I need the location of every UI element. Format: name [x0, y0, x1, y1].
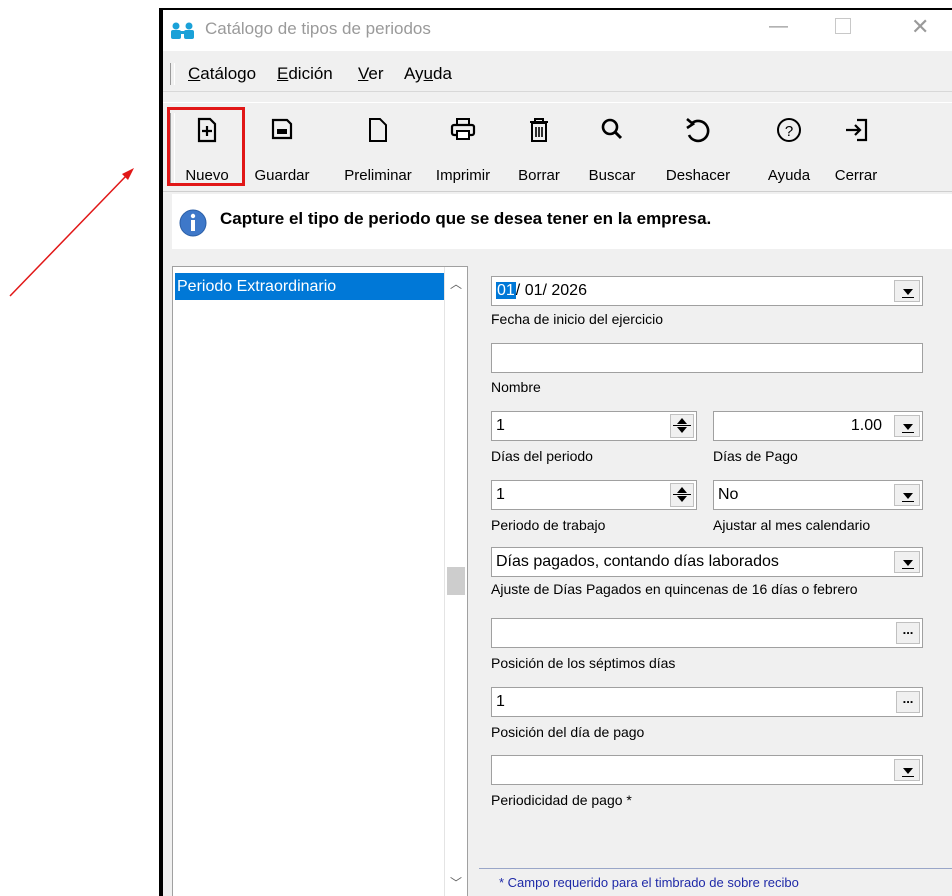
- list-scrollbar[interactable]: ︿ ﹀: [444, 267, 467, 896]
- periodicidad-label: Periodicidad de pago *: [491, 792, 632, 808]
- toolbar: Nuevo Guardar Preliminar Imprimir Borrar…: [163, 102, 952, 192]
- nombre-input[interactable]: [491, 343, 923, 373]
- dias-periodo-stepper[interactable]: 1: [491, 411, 697, 441]
- dias-pago-field[interactable]: 1.00: [713, 411, 923, 441]
- trash-icon: [530, 118, 548, 142]
- periodo-trabajo-spin-button[interactable]: [670, 483, 694, 507]
- menu-grip: [170, 63, 175, 85]
- menu-bar: Catálogo Edición Ver Ayuda: [163, 57, 952, 92]
- posicion-septimos-field[interactable]: ...: [491, 618, 923, 648]
- info-message: Capture el tipo de periodo que se desea …: [220, 209, 712, 228]
- required-field-note: * Campo requerido para el timbrado de so…: [499, 875, 799, 890]
- periodicidad-select[interactable]: [491, 755, 923, 785]
- fecha-inicio-label: Fecha de inicio del ejercicio: [491, 311, 663, 327]
- preview-document-icon: [369, 118, 387, 142]
- nombre-label: Nombre: [491, 379, 541, 395]
- ajustar-mes-select[interactable]: No: [713, 480, 923, 510]
- periodo-trabajo-stepper[interactable]: 1: [491, 480, 697, 510]
- dias-pago-label: Días de Pago: [713, 448, 798, 464]
- dias-periodo-label: Días del periodo: [491, 448, 593, 464]
- application-window: Catálogo de tipos de periodos — ✕ Catálo…: [159, 8, 952, 896]
- svg-text:?: ?: [785, 123, 793, 140]
- info-icon: [179, 209, 207, 237]
- save-icon: [271, 118, 293, 140]
- ajustar-mes-label: Ajustar al mes calendario: [713, 517, 871, 533]
- period-list[interactable]: Periodo Extraordinario ︿ ﹀: [172, 266, 468, 896]
- posicion-dia-pago-ellipsis-button[interactable]: ...: [896, 691, 920, 713]
- posicion-septimos-label: Posición de los séptimos días: [491, 655, 676, 671]
- exit-icon: [846, 118, 868, 142]
- help-icon: ?: [777, 118, 801, 142]
- scroll-thumb[interactable]: [447, 567, 465, 595]
- posicion-dia-pago-field[interactable]: 1 ...: [491, 687, 923, 717]
- preliminar-button[interactable]: Preliminar: [335, 111, 421, 184]
- list-item[interactable]: Periodo Extraordinario: [175, 273, 445, 300]
- periodo-trabajo-label: Periodo de trabajo: [491, 517, 606, 533]
- annotation-arrow: [9, 168, 134, 297]
- ajustar-mes-dropdown-button[interactable]: [894, 484, 920, 506]
- people-app-icon: [171, 22, 194, 39]
- menu-ver[interactable]: Ver: [358, 64, 384, 84]
- form-panel: 01/ 01/ 2026 Fecha de inicio del ejercic…: [479, 266, 952, 896]
- borrar-button[interactable]: Borrar: [507, 111, 571, 184]
- menu-ayuda[interactable]: Ayuda: [404, 64, 452, 84]
- ajuste-dias-select[interactable]: Días pagados, contando días laborados: [491, 547, 923, 577]
- undo-icon: [686, 118, 710, 143]
- periodicidad-dropdown-button[interactable]: [894, 759, 920, 781]
- buscar-button[interactable]: Buscar: [579, 111, 645, 184]
- menu-edicion[interactable]: Edición: [277, 64, 333, 84]
- fecha-dropdown-button[interactable]: [894, 280, 920, 302]
- imprimir-button[interactable]: Imprimir: [427, 111, 499, 184]
- nuevo-highlight-box: [167, 107, 245, 186]
- posicion-dia-pago-label: Posición del día de pago: [491, 724, 645, 740]
- window-title: Catálogo de tipos de periodos: [205, 19, 431, 38]
- ajuste-dias-dropdown-button[interactable]: [894, 551, 920, 573]
- title-bar: Catálogo de tipos de periodos — ✕: [163, 10, 952, 51]
- maximize-button[interactable]: [835, 18, 851, 34]
- posicion-septimos-ellipsis-button[interactable]: ...: [896, 622, 920, 644]
- menu-catalogo[interactable]: Catálogo: [188, 64, 256, 84]
- printer-icon: [450, 118, 476, 140]
- close-button[interactable]: ✕: [911, 14, 929, 40]
- info-bar: Capture el tipo de periodo que se desea …: [172, 194, 952, 249]
- dias-periodo-spin-button[interactable]: [670, 414, 694, 438]
- dias-pago-dropdown-button[interactable]: [894, 415, 920, 437]
- minimize-button[interactable]: —: [769, 16, 788, 38]
- fecha-inicio-field[interactable]: 01/ 01/ 2026: [491, 276, 923, 306]
- search-icon: [601, 118, 623, 140]
- scroll-down-icon[interactable]: ﹀: [450, 874, 462, 891]
- footer-note-bar: * Campo requerido para el timbrado de so…: [479, 868, 952, 896]
- scroll-up-icon[interactable]: ︿: [450, 275, 462, 292]
- ayuda-button[interactable]: ? Ayuda: [757, 111, 821, 184]
- guardar-button[interactable]: Guardar: [245, 111, 319, 184]
- ajuste-dias-label: Ajuste de Días Pagados en quincenas de 1…: [491, 581, 858, 597]
- cerrar-button[interactable]: Cerrar: [825, 111, 887, 184]
- deshacer-button[interactable]: Deshacer: [655, 111, 741, 184]
